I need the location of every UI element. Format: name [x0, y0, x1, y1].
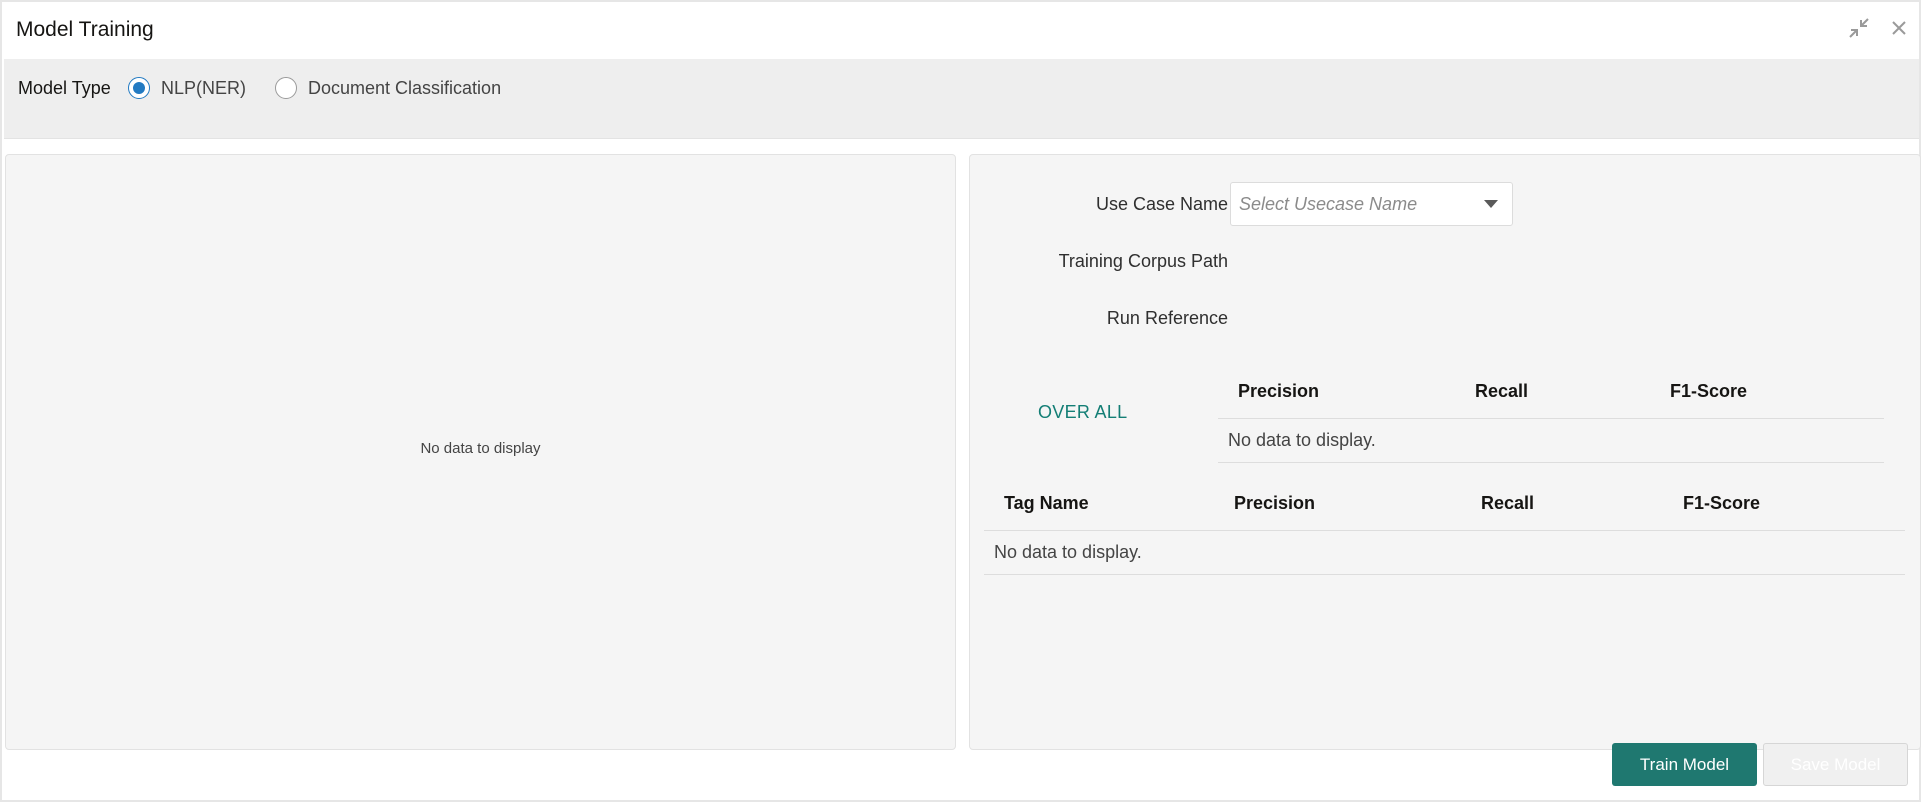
- radio-selected-icon: [128, 77, 150, 99]
- overall-link[interactable]: OVER ALL: [1038, 402, 1127, 423]
- tag-recall-header: Recall: [1481, 493, 1535, 513]
- use-case-name-label: Use Case Name: [1095, 194, 1228, 214]
- training-details-panel: Use Case Name Select Usecase Name Traini…: [969, 154, 1921, 750]
- tag-precision-header: Precision: [1234, 493, 1316, 513]
- model-type-label: Model Type: [18, 78, 111, 98]
- divider: [1218, 462, 1884, 463]
- divider: [984, 574, 1905, 575]
- dialog-title: Model Training: [16, 18, 154, 41]
- overall-empty-text: No data to display.: [1228, 430, 1376, 450]
- radio-document-classification[interactable]: Document Classification: [275, 77, 501, 99]
- minimize-button[interactable]: [1847, 17, 1871, 44]
- use-case-placeholder: Select Usecase Name: [1239, 194, 1418, 214]
- radio-unselected-icon: [275, 77, 297, 99]
- overall-precision-header: Precision: [1238, 381, 1320, 401]
- overall-f1-header: F1-Score: [1670, 381, 1748, 401]
- close-icon: [1890, 19, 1908, 42]
- minimize-icon: [1848, 17, 1870, 44]
- training-chart-panel: No data to display: [5, 154, 956, 750]
- train-model-button[interactable]: Train Model: [1612, 743, 1757, 786]
- model-training-dialog: Model Training Model Type NLP(NER) Docum…: [0, 0, 1921, 802]
- save-model-button[interactable]: Save Model: [1763, 743, 1908, 786]
- tag-f1-header: F1-Score: [1683, 493, 1761, 513]
- tags-empty-text: No data to display.: [994, 542, 1142, 562]
- divider: [984, 530, 1905, 531]
- model-type-bar: Model Type NLP(NER) Document Classificat…: [4, 59, 1919, 139]
- radio-label: NLP(NER): [161, 77, 247, 98]
- chevron-down-icon: [1484, 200, 1498, 208]
- tag-name-header: Tag Name: [1004, 493, 1089, 513]
- overall-recall-header: Recall: [1475, 381, 1529, 401]
- radio-nlp-ner[interactable]: NLP(NER): [128, 77, 246, 99]
- close-button[interactable]: [1887, 18, 1911, 42]
- use-case-select[interactable]: Select Usecase Name: [1230, 182, 1513, 226]
- training-corpus-path-label: Training Corpus Path: [1058, 251, 1228, 271]
- empty-state-text: No data to display: [420, 440, 541, 457]
- run-reference-label: Run Reference: [1106, 308, 1228, 328]
- divider: [1218, 418, 1884, 419]
- title-bar: Model Training: [2, 2, 1919, 58]
- radio-label: Document Classification: [308, 77, 502, 98]
